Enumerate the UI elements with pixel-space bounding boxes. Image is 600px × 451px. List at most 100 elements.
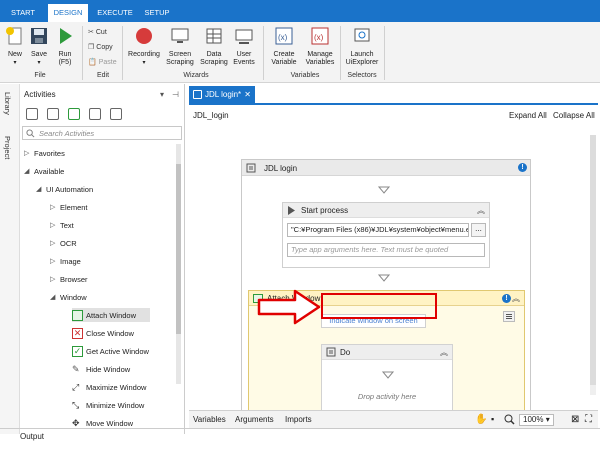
zoom-select[interactable]: 100% ▾: [519, 414, 554, 426]
activity-attach-window[interactable]: Attach Window: [72, 308, 150, 322]
favorites-icon[interactable]: [89, 108, 101, 120]
search-activities-input[interactable]: Search Activities: [22, 126, 182, 140]
user-events-button[interactable]: User Events: [230, 26, 258, 67]
info-icon[interactable]: !: [502, 294, 511, 303]
tab-execute[interactable]: EXECUTE: [94, 4, 136, 22]
filter-icon[interactable]: [110, 108, 122, 120]
tab-design[interactable]: DESIGN: [48, 4, 88, 22]
start-process-activity[interactable]: Start process ︽ "C:¥Program Files (x86)¥…: [282, 202, 490, 268]
group-edit-label: Edit: [96, 72, 110, 79]
variable-icon: (x): [275, 27, 293, 45]
tree-item-window[interactable]: ◢ Window: [50, 290, 87, 304]
save-button[interactable]: Save ▾: [28, 26, 50, 67]
tree-item-label: Available: [34, 166, 65, 176]
drop-hint: Drop activity here: [357, 392, 417, 401]
menu-icon[interactable]: [503, 311, 515, 322]
activity-label: Attach Window: [86, 310, 137, 320]
expand-all-link[interactable]: Expand All: [509, 111, 547, 120]
tree-item-ocr[interactable]: ▷ OCR: [50, 236, 77, 250]
zoom-value: 100%: [523, 415, 544, 424]
manage-variables-button[interactable]: (x) Manage Variables: [303, 26, 337, 67]
new-file-icon: [6, 27, 22, 45]
pin-icon[interactable]: ⊣: [172, 90, 179, 99]
data-scraping-label-2: Scraping: [200, 59, 228, 66]
cut-button[interactable]: ✂ Cut: [88, 28, 107, 37]
paste-button[interactable]: 📋 Paste: [88, 58, 117, 67]
project-tab[interactable]: Project: [3, 136, 12, 159]
info-icon[interactable]: !: [518, 163, 527, 172]
collapse-all-link[interactable]: Collapse All: [553, 111, 595, 120]
sequence-title: JDL login: [264, 164, 298, 173]
overview-icon[interactable]: ▪: [491, 414, 502, 425]
activity-close-window[interactable]: ✕ Close Window: [72, 326, 134, 340]
process-path-input[interactable]: "C:¥Program Files (x86)¥JDL¥system¥objec…: [287, 223, 469, 237]
tab-setup[interactable]: SETUP: [140, 4, 174, 22]
collapse-icon[interactable]: ︽: [440, 347, 448, 358]
chevron-down-icon: ◢: [50, 294, 56, 301]
collapse-icon[interactable]: ︽: [512, 293, 520, 304]
tab-start[interactable]: START: [6, 4, 40, 22]
tree-item-text[interactable]: ▷ Text: [50, 218, 74, 232]
activity-minimize-window[interactable]: ⤡ Minimize Window: [72, 398, 144, 412]
output-tab[interactable]: Output: [20, 432, 44, 441]
run-label: Run: [58, 51, 72, 58]
collapse-all-icon[interactable]: [47, 108, 59, 120]
collapse-icon[interactable]: ︽: [477, 205, 485, 216]
activities-title: Activities: [24, 90, 56, 99]
workflow-canvas[interactable]: JDL login ! Start process ︽ "C:¥Program …: [189, 127, 589, 429]
tree-item-ui-automation[interactable]: ◢ UI Automation: [36, 182, 93, 196]
create-variable-button[interactable]: (x) Create Variable: [268, 26, 300, 67]
variables-tab[interactable]: Variables: [193, 415, 226, 424]
activity-maximize-window[interactable]: ⤢ Maximize Window: [72, 380, 146, 394]
arguments-input[interactable]: Type app arguments here. Text must be qu…: [287, 243, 485, 257]
activities-scrollbar[interactable]: [176, 144, 181, 384]
arguments-tab[interactable]: Arguments: [235, 415, 274, 424]
library-tab[interactable]: Library: [3, 92, 12, 115]
recording-button[interactable]: Recording ▾: [127, 26, 161, 67]
scrollbar-thumb[interactable]: [590, 135, 596, 385]
cut-label: Cut: [95, 28, 107, 36]
tree-item-favorites[interactable]: ▷ Favorites: [24, 146, 65, 160]
tree-item-available[interactable]: ◢ Available: [24, 164, 64, 178]
breadcrumb[interactable]: JDL_login: [193, 111, 229, 120]
data-scraping-button[interactable]: Data Scraping: [199, 26, 229, 67]
hand-pan-icon[interactable]: ✋: [475, 414, 487, 425]
expand-all-icon[interactable]: [26, 108, 38, 120]
tree-item-browser[interactable]: ▷ Browser: [50, 272, 88, 286]
designer-footer: Variables Arguments Imports ✋ ▪ 100% ▾ ⊠…: [189, 410, 598, 428]
imports-tab[interactable]: Imports: [285, 415, 312, 424]
run-button[interactable]: Run (F5): [53, 26, 77, 67]
maximize-icon: ⤢: [72, 381, 80, 392]
fit-to-screen-icon[interactable]: ⊠: [571, 414, 582, 425]
scrollbar-thumb[interactable]: [176, 164, 181, 334]
minimize-icon: ⤡: [72, 399, 80, 410]
zoom-icon[interactable]: [504, 414, 515, 425]
tree-item-label: OCR: [60, 238, 77, 248]
designer-scrollbar[interactable]: [590, 135, 596, 395]
copy-button[interactable]: ❐ Copy: [88, 43, 113, 52]
do-sequence[interactable]: Do ︽ Drop activity here: [321, 344, 453, 412]
activity-get-active-window[interactable]: ✓ Get Active Window: [72, 344, 149, 358]
dropdown-icon[interactable]: ▾: [160, 90, 164, 99]
close-icon[interactable]: ✕: [244, 86, 251, 103]
new-button[interactable]: New ▾: [4, 26, 26, 67]
screen-scraping-button[interactable]: Screen Scraping: [164, 26, 196, 67]
launch-uiexplorer-button[interactable]: Launch UiExplorer: [344, 26, 380, 67]
activity-hide-window[interactable]: ✎ Hide Window: [72, 362, 130, 376]
refresh-icon[interactable]: [68, 108, 80, 120]
document-tab[interactable]: JDL login* ✕: [189, 86, 255, 103]
fullscreen-icon[interactable]: ⛶: [585, 414, 596, 425]
manage-variables-label-2: Variables: [305, 59, 335, 66]
paste-label: Paste: [98, 58, 117, 66]
chevron-down-icon: ◢: [24, 168, 30, 175]
activity-label: Maximize Window: [86, 382, 147, 392]
uiexplorer-icon: [354, 28, 370, 42]
browse-button[interactable]: ...: [471, 223, 486, 237]
tree-item-element[interactable]: ▷ Element: [50, 200, 88, 214]
tree-item-label: Text: [60, 220, 74, 230]
ribbon: New ▾ Save ▾ Run (F5) File ✂ Cut ❐ Copy 📋 P…: [0, 22, 600, 83]
activity-label: Minimize Window: [86, 400, 145, 410]
tree-item-image[interactable]: ▷ Image: [50, 254, 81, 268]
annotation-highlight-box: [321, 293, 437, 319]
activity-label: Hide Window: [86, 364, 131, 374]
